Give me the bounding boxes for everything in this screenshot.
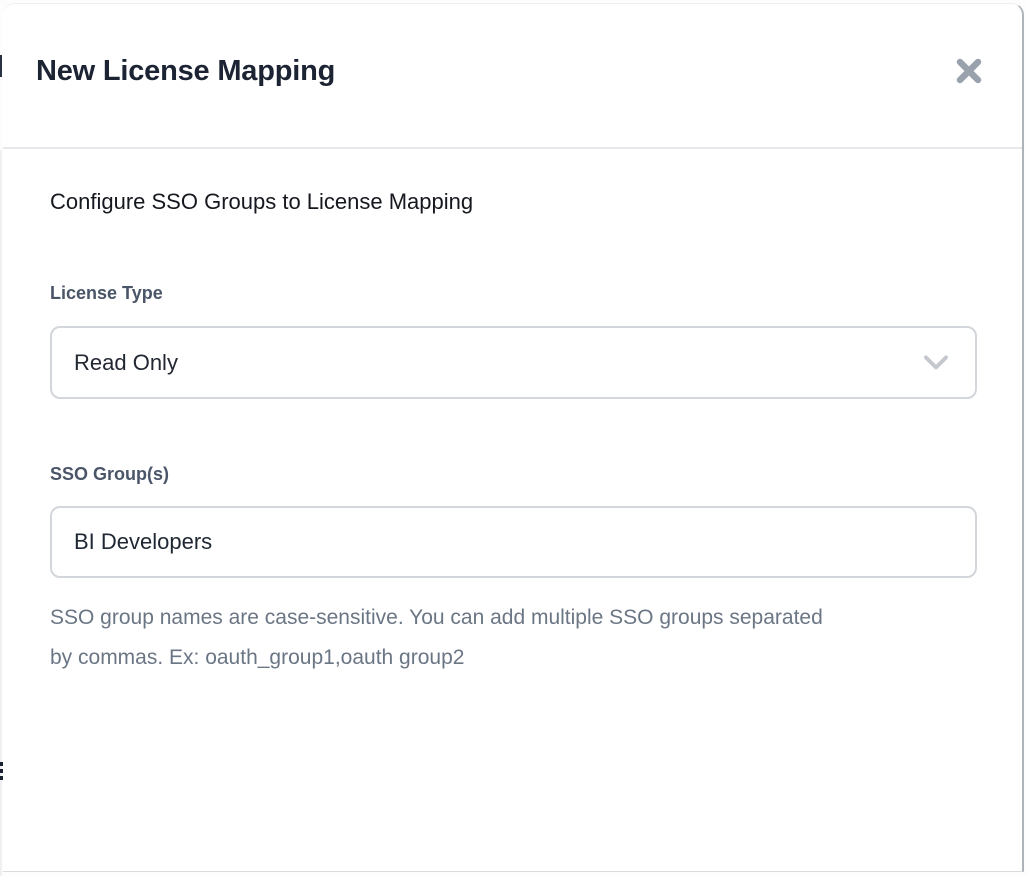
license-type-label: License Type — [50, 280, 163, 306]
close-icon — [954, 56, 984, 86]
license-type-select[interactable]: Read Only — [50, 326, 977, 399]
sso-groups-label: SSO Group(s) — [50, 461, 169, 487]
background-content-fragment — [0, 55, 2, 77]
dialog-title: New License Mapping — [36, 51, 335, 91]
page-background: New License Mapping Configure SSO Groups… — [0, 0, 1028, 876]
new-license-mapping-dialog: New License Mapping Configure SSO Groups… — [3, 3, 1024, 872]
dialog-subtitle: Configure SSO Groups to License Mapping — [50, 187, 473, 217]
close-icon-strokes — [960, 62, 978, 80]
license-type-selected-value: Read Only — [74, 350, 178, 376]
header-divider — [3, 147, 1022, 149]
close-button[interactable] — [953, 55, 985, 87]
chevron-down-stroke — [926, 357, 946, 367]
background-page-edge — [0, 150, 2, 876]
chevron-down-icon — [923, 355, 949, 371]
sso-groups-help-text: SSO group names are case-sensitive. You … — [50, 598, 830, 678]
sso-groups-input[interactable] — [50, 506, 977, 578]
